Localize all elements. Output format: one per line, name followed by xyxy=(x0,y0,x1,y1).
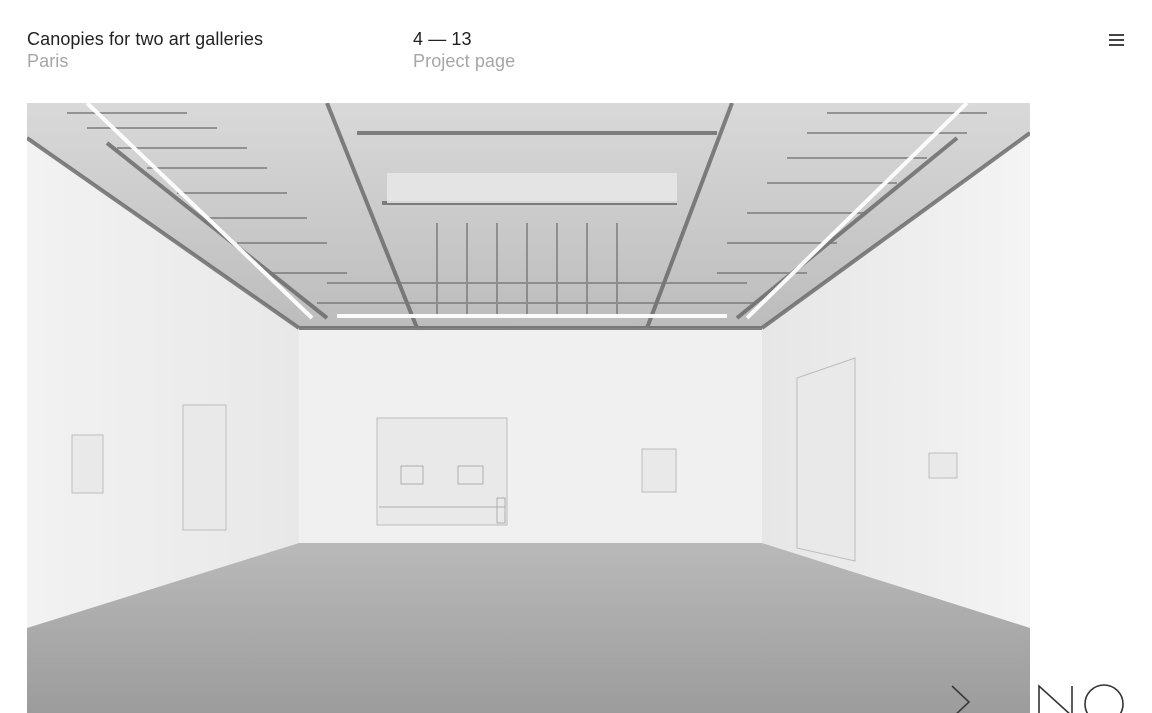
project-pager: 4 — 13 Project page xyxy=(413,28,515,72)
chevron-right-icon[interactable] xyxy=(946,682,978,713)
slide-counter: 4 — 13 xyxy=(413,29,472,49)
project-page-link[interactable]: Project page xyxy=(413,50,515,72)
project-location: Paris xyxy=(27,51,69,71)
project-info: Canopies for two art galleries Paris xyxy=(27,28,263,72)
gallery-photo xyxy=(27,103,1030,713)
page: Canopies for two art galleries Paris 4 —… xyxy=(0,0,1152,713)
studio-logo xyxy=(1036,676,1136,713)
hamburger-menu-icon[interactable] xyxy=(1108,30,1126,48)
project-title: Canopies for two art galleries xyxy=(27,29,264,49)
